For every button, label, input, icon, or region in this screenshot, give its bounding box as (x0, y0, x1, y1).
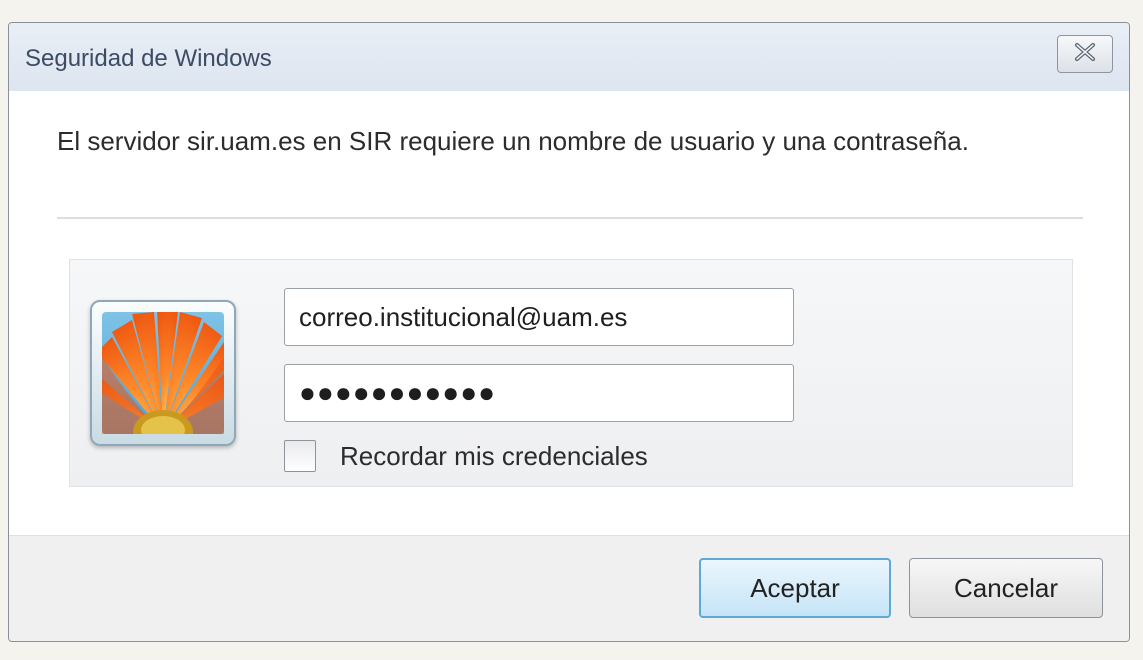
close-icon (1074, 42, 1096, 67)
dialog-title: Seguridad de Windows (25, 45, 272, 72)
close-button[interactable] (1057, 35, 1113, 73)
remember-credentials[interactable]: Recordar mis credenciales (284, 438, 648, 474)
remember-checkbox[interactable] (284, 440, 316, 472)
username-field[interactable]: correo.institucional@uam.es (284, 288, 794, 346)
remember-label[interactable]: Recordar mis credenciales (340, 441, 648, 472)
dialog-message: El servidor sir.uam.es en SIR requiere u… (57, 126, 969, 156)
dialog-content: El servidor sir.uam.es en SIR requiere u… (9, 91, 1129, 535)
credential-dialog: Seguridad de Windows El servidor sir.uam… (8, 22, 1130, 642)
accept-button[interactable]: Aceptar (699, 558, 891, 618)
dialog-footer: Aceptar Cancelar (9, 535, 1129, 641)
user-tile (90, 300, 236, 446)
credentials-panel: correo.institucional@uam.es ●●●●●●●●●●● … (69, 259, 1073, 487)
divider (57, 217, 1083, 219)
cancel-button[interactable]: Cancelar (909, 558, 1103, 618)
password-field[interactable]: ●●●●●●●●●●● (284, 364, 794, 422)
title-bar: Seguridad de Windows (9, 23, 1129, 92)
